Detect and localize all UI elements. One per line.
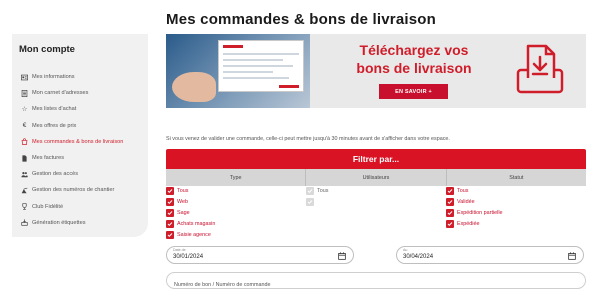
learn-more-button[interactable]: EN SAVOIR +	[379, 84, 448, 99]
option-label: Tous	[317, 188, 329, 195]
option-label: Validée	[457, 199, 475, 206]
option-label: Saisie agence	[177, 231, 211, 238]
euro-icon: €	[22, 122, 27, 130]
sidebar-item-label: Mes informations	[32, 74, 75, 81]
checkbox-checked-icon[interactable]	[166, 230, 174, 239]
filter-col-type: Type	[229, 174, 242, 181]
type-option-agency-entry[interactable]: Saisie agence	[166, 229, 215, 240]
sidebar-title: Mon compte	[19, 44, 75, 55]
sidebar-item-loyalty-club[interactable]: Club Fidélité	[20, 199, 148, 215]
sidebar-item-label: Mes commandes & bons de livraison	[32, 138, 124, 145]
sidebar-item-labels[interactable]: Génération étiquettes	[20, 215, 148, 231]
users-icon	[20, 170, 29, 179]
id-card-icon	[20, 73, 29, 82]
date-from-label: Date de	[173, 248, 186, 252]
order-number-field[interactable]	[166, 272, 586, 293]
option-label: Web	[177, 199, 188, 206]
option-label: Tous	[177, 188, 189, 195]
status-option-validated[interactable]: Validée	[446, 197, 503, 208]
crane-icon	[20, 186, 29, 195]
checkbox-checked-icon[interactable]	[446, 198, 454, 207]
date-from-value[interactable]: 30/01/2024	[173, 254, 203, 260]
label-print-icon	[20, 218, 29, 227]
calendar-icon[interactable]	[568, 252, 576, 260]
checkbox-checked-icon[interactable]	[446, 219, 454, 228]
shopping-bag-icon	[20, 137, 29, 146]
document-icon	[20, 154, 29, 163]
checkbox-checked-icon[interactable]	[306, 187, 314, 196]
status-options: Tous Validée Expédition partielle Expédi…	[446, 186, 503, 229]
calendar-icon[interactable]	[338, 252, 346, 260]
checkbox-checked-icon[interactable]	[166, 198, 174, 207]
download-document-icon	[516, 44, 564, 94]
date-to-label: Au	[403, 248, 408, 252]
checkbox-checked-icon[interactable]	[166, 219, 174, 228]
sidebar-item-site-numbers[interactable]: Gestion des numéros de chantier	[20, 182, 148, 198]
type-option-store-purchases[interactable]: Achats magasin	[166, 218, 215, 229]
banner-line-1: Téléchargez vos	[359, 42, 469, 58]
sidebar-item-label: Gestion des numéros de chantier	[32, 187, 115, 194]
type-option-sage[interactable]: Sage	[166, 208, 215, 219]
filter-column-headers: Type Utilisateurs Statut	[166, 169, 586, 186]
trophy-icon	[20, 202, 29, 211]
checkbox-checked-icon[interactable]	[306, 198, 314, 207]
sidebar-item-label: Mes listes d'achat	[32, 106, 77, 113]
status-option-all[interactable]: Tous	[446, 186, 503, 197]
sidebar-item-label: Mes factures	[32, 155, 65, 162]
option-label: Achats magasin	[177, 220, 216, 227]
type-option-web[interactable]: Web	[166, 197, 215, 208]
filter-col-status: Statut	[445, 169, 586, 186]
filter-col-users: Utilisateurs	[305, 169, 445, 186]
star-icon: ☆	[21, 106, 28, 114]
sidebar-item-price-offers[interactable]: € Mes offres de prix	[20, 118, 148, 134]
laptop-screen-illustration	[218, 40, 304, 92]
checkbox-checked-icon[interactable]	[166, 187, 174, 196]
sidebar-item-label: Club Fidélité	[32, 203, 64, 210]
date-from-field[interactable]: Date de 30/01/2024	[166, 246, 354, 264]
date-to-field[interactable]: Au 30/04/2024	[396, 246, 584, 264]
filter-header[interactable]: Filtrer par...	[166, 149, 586, 169]
address-book-icon	[20, 89, 29, 98]
sidebar-item-orders[interactable]: Mes commandes & bons de livraison	[20, 134, 148, 150]
option-label: Sage	[177, 209, 190, 216]
banner-line-2: bons de livraison	[356, 60, 472, 76]
sidebar-item-informations[interactable]: Mes informations	[20, 69, 148, 85]
sidebar-item-label: Gestion des accès	[32, 171, 79, 178]
status-option-shipped[interactable]: Expédiée	[446, 218, 503, 229]
sidebar-item-shopping-lists[interactable]: ☆ Mes listes d'achat	[20, 101, 148, 117]
hand-illustration	[172, 72, 216, 102]
date-to-value[interactable]: 30/04/2024	[403, 254, 433, 260]
option-label: Expédiée	[457, 220, 480, 227]
banner-headline: Téléchargez vos bons de livraison	[334, 41, 494, 77]
user-options: Tous	[306, 186, 328, 208]
user-option-all[interactable]: Tous	[306, 186, 328, 197]
checkbox-checked-icon[interactable]	[166, 208, 174, 217]
sidebar-item-invoices[interactable]: Mes factures	[20, 150, 148, 166]
option-label: Tous	[457, 188, 469, 195]
banner-photo	[166, 34, 310, 108]
sidebar-item-access[interactable]: Gestion des accès	[20, 166, 148, 182]
user-option-unnamed[interactable]	[306, 197, 328, 208]
checkbox-checked-icon[interactable]	[446, 208, 454, 217]
account-sidebar: Mon compte Mes informations Mon carnet d…	[12, 34, 148, 237]
sidebar-item-label: Génération étiquettes	[32, 219, 86, 226]
sidebar-item-address-book[interactable]: Mon carnet d'adresses	[20, 85, 148, 101]
order-number-input[interactable]	[167, 277, 585, 293]
checkbox-checked-icon[interactable]	[446, 187, 454, 196]
sidebar-item-label: Mon carnet d'adresses	[32, 90, 89, 97]
info-text: Si vous venez de valider une commande, c…	[166, 136, 450, 142]
sidebar-item-label: Mes offres de prix	[32, 122, 77, 129]
status-option-partial-shipment[interactable]: Expédition partielle	[446, 208, 503, 219]
type-options: Tous Web Sage Achats magasin Saisie agen…	[166, 186, 215, 240]
option-label: Expédition partielle	[457, 209, 503, 216]
page-title: Mes commandes & bons de livraison	[166, 11, 437, 28]
sidebar-menu: Mes informations Mon carnet d'adresses ☆…	[20, 69, 148, 231]
type-option-all[interactable]: Tous	[166, 186, 215, 197]
delivery-notes-banner[interactable]: Téléchargez vos bons de livraison EN SAV…	[166, 34, 586, 108]
